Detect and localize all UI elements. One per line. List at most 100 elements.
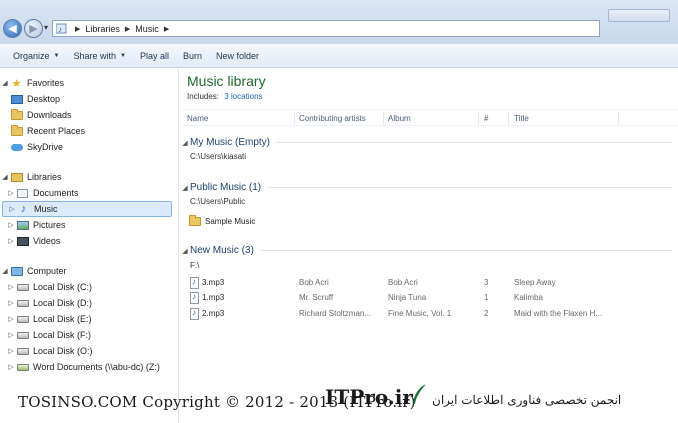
share-with-button[interactable]: Share with ▼: [66, 51, 132, 61]
collapse-arrow-icon[interactable]: ▷: [6, 189, 16, 197]
videos-icon: [16, 235, 29, 247]
nav-desktop[interactable]: Desktop: [0, 91, 178, 107]
desktop-icon: [10, 93, 23, 105]
file-album: Fine Music, Vol. 1: [388, 309, 452, 318]
nav-music[interactable]: ▷ ♪ Music: [2, 201, 172, 217]
collapse-arrow-icon[interactable]: ▷: [6, 315, 16, 323]
chevron-down-icon: ▼: [120, 52, 126, 59]
nav-label: Desktop: [27, 94, 61, 104]
collapse-arrow-icon[interactable]: ▷: [6, 331, 16, 339]
column-title[interactable]: Title: [514, 114, 529, 123]
collapse-arrow-icon[interactable]: ▷: [6, 363, 16, 371]
nav-label: Downloads: [27, 110, 72, 120]
folder-name: Sample Music: [205, 216, 256, 226]
watermark: TOSINSO.COM Copyright © 2012 - 2013 (ITP…: [0, 384, 678, 423]
nav-pictures[interactable]: ▷ Pictures: [0, 217, 178, 233]
nav-drive-f[interactable]: ▷ Local Disk (F:): [0, 327, 178, 343]
hard-drive-icon: [16, 329, 29, 341]
play-all-button[interactable]: Play all: [133, 51, 176, 61]
audio-file-icon: [190, 277, 199, 289]
locations-link[interactable]: 3 locations: [224, 92, 262, 101]
collapse-arrow-icon[interactable]: ◢: [180, 247, 190, 255]
file-row[interactable]: 1.mp3 Mr. Scruff Ninja Tuna 1 Kalimba: [180, 291, 678, 306]
computer-icon: [10, 265, 23, 277]
nav-skydrive[interactable]: SkyDrive: [0, 139, 178, 155]
sample-music-folder[interactable]: Sample Music: [188, 214, 256, 227]
group-header-new-music[interactable]: ◢ New Music (3): [180, 245, 678, 256]
play-all-label: Play all: [139, 50, 169, 61]
quill-icon: [413, 384, 426, 404]
group-name: New Music (3): [190, 245, 254, 256]
collapse-arrow-icon[interactable]: ◢: [180, 139, 190, 147]
collapse-arrow-icon[interactable]: ▷: [6, 237, 16, 245]
column-track-number[interactable]: #: [484, 114, 488, 123]
column-divider[interactable]: [294, 112, 295, 125]
column-contributing-artists[interactable]: Contributing artists: [299, 114, 366, 123]
nav-drive-c[interactable]: ▷ Local Disk (C:): [0, 279, 178, 295]
svg-text:♪: ♪: [58, 25, 62, 34]
share-with-label: Share with: [73, 50, 117, 61]
column-album[interactable]: Album: [388, 114, 411, 123]
collapse-arrow-icon[interactable]: ▷: [6, 299, 16, 307]
collapse-arrow-icon[interactable]: ◢: [180, 184, 190, 192]
column-divider[interactable]: [508, 112, 509, 125]
column-divider[interactable]: [618, 112, 619, 125]
new-folder-button[interactable]: New folder: [209, 51, 266, 61]
group-header-my-music[interactable]: ◢ My Music (Empty): [180, 137, 678, 148]
group-divider: [259, 250, 672, 251]
library-includes: Includes: 3 locations: [187, 92, 263, 101]
library-title: Music library: [187, 73, 266, 89]
group-header-public-music[interactable]: ◢ Public Music (1): [180, 182, 678, 193]
column-divider[interactable]: [478, 112, 479, 125]
column-name[interactable]: Name: [187, 114, 208, 123]
nav-drive-o[interactable]: ▷ Local Disk (O:): [0, 343, 178, 359]
nav-label: Music: [34, 204, 58, 214]
group-path: C:\Users\Public: [190, 197, 246, 206]
libraries-icon: [10, 171, 23, 183]
recent-pages-dropdown-icon[interactable]: ▾: [44, 23, 48, 32]
expand-arrow-icon[interactable]: ◢: [0, 173, 10, 181]
nav-computer[interactable]: ◢ Computer: [0, 263, 178, 279]
file-row[interactable]: 2.mp3 Richard Stoltzman... Fine Music, V…: [180, 307, 678, 322]
hard-drive-icon: [16, 297, 29, 309]
collapse-arrow-icon[interactable]: ▷: [7, 205, 17, 213]
forward-button[interactable]: ▶: [24, 19, 43, 38]
nav-videos[interactable]: ▷ Videos: [0, 233, 178, 249]
nav-drive-z[interactable]: ▷ Word Documents (\\abu-dc) (Z:): [0, 359, 178, 375]
nav-drive-e[interactable]: ▷ Local Disk (E:): [0, 311, 178, 327]
file-track-number: 3: [484, 278, 489, 287]
burn-label: Burn: [182, 50, 202, 61]
expand-arrow-icon[interactable]: ◢: [0, 267, 10, 275]
expand-arrow-icon[interactable]: ◢: [0, 79, 10, 87]
nav-downloads[interactable]: Downloads: [0, 107, 178, 123]
collapse-arrow-icon[interactable]: ▷: [6, 221, 16, 229]
address-bar[interactable]: ♪ ▶ Libraries ▶ Music ▶: [52, 20, 600, 37]
nav-label: Computer: [27, 266, 67, 276]
nav-label: Local Disk (O:): [33, 346, 93, 356]
collapse-arrow-icon[interactable]: ▷: [6, 283, 16, 291]
new-folder-label: New folder: [216, 50, 260, 61]
breadcrumb-libraries[interactable]: Libraries: [85, 24, 120, 34]
nav-drive-d[interactable]: ▷ Local Disk (D:): [0, 295, 178, 311]
music-icon: ♪: [20, 203, 27, 215]
file-title: Maid with the Flaxen H...: [514, 309, 603, 318]
nav-documents[interactable]: ▷ Documents: [0, 185, 178, 201]
network-drive-icon: [16, 361, 29, 373]
organize-button[interactable]: Organize ▼: [6, 51, 66, 61]
nav-favorites[interactable]: ◢ ★ Favorites: [0, 75, 178, 91]
breadcrumb-music[interactable]: Music: [135, 24, 159, 34]
collapse-arrow-icon[interactable]: ▷: [6, 347, 16, 355]
burn-button[interactable]: Burn: [176, 51, 209, 61]
folder-icon: [188, 214, 201, 227]
pictures-icon: [16, 219, 29, 231]
group-path: C:\Users\kiasati: [190, 152, 247, 161]
file-row[interactable]: 3.mp3 Bob Acri Bob Acri 3 Sleep Away: [180, 276, 678, 291]
back-button[interactable]: ◀: [3, 19, 22, 38]
search-box[interactable]: [608, 9, 670, 22]
nav-recent-places[interactable]: Recent Places: [0, 123, 178, 139]
column-divider[interactable]: [383, 112, 384, 125]
file-name: 1.mp3: [202, 293, 225, 302]
breadcrumb-separator-icon: ▶: [124, 25, 131, 33]
nav-libraries[interactable]: ◢ Libraries: [0, 169, 178, 185]
nav-label: Local Disk (C:): [33, 282, 93, 292]
